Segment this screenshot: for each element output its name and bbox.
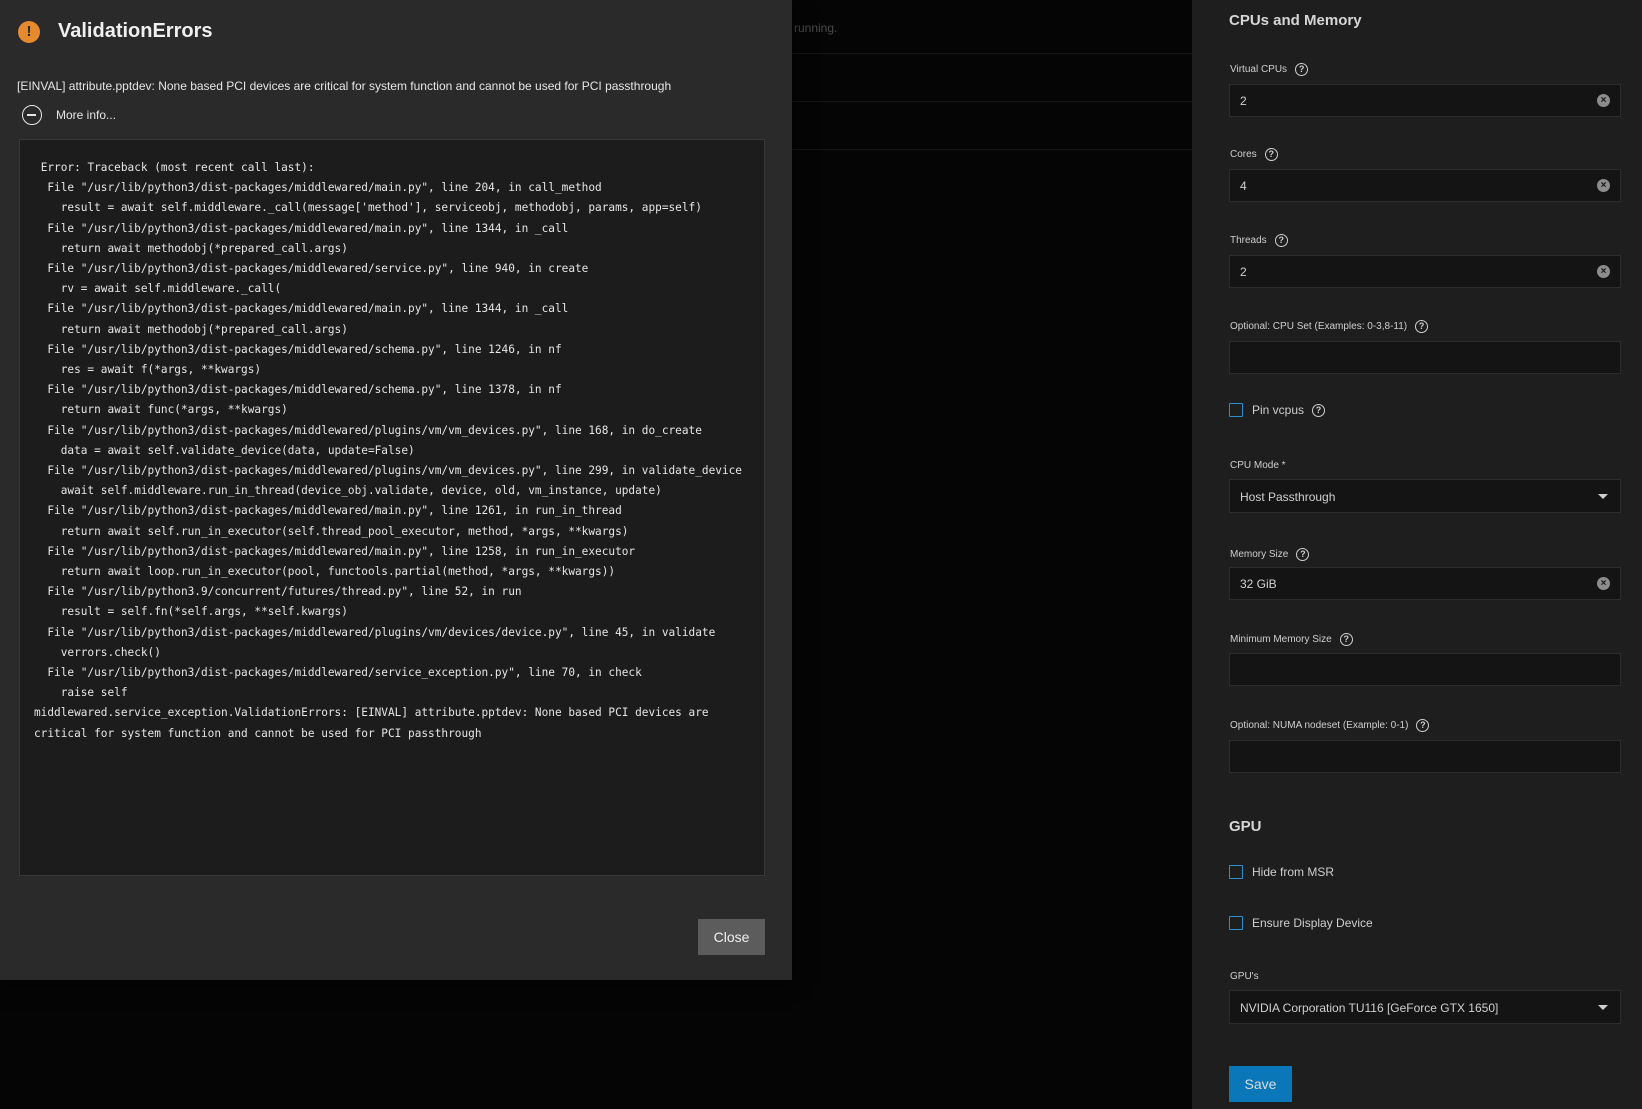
pin-vcpus-checkbox[interactable] [1229,403,1243,417]
virtual-cpus-label: Virtual CPUs ? [1230,63,1309,76]
gpu-section-title: GPU [1229,818,1262,835]
virtual-cpus-input[interactable]: 2 × [1229,84,1621,117]
cpu-memory-section-title: CPUs and Memory [1229,12,1362,29]
threads-label: Threads ? [1230,234,1288,247]
cpu-set-label-text: Optional: CPU Set (Examples: 0-3,8-11) [1230,321,1408,332]
error-message: [EINVAL] attribute.pptdev: None based PC… [17,79,672,93]
background-divider [790,149,1192,150]
virtual-cpus-value: 2 [1240,94,1247,108]
traceback-text: Error: Traceback (most recent call last)… [34,161,742,740]
ensure-display-device-checkbox[interactable] [1229,916,1243,930]
more-info-toggle[interactable]: More info... [22,105,116,125]
help-icon[interactable]: ? [1264,148,1278,161]
cpu-mode-select[interactable]: Host Passthrough [1229,479,1621,513]
virtual-cpus-label-text: Virtual CPUs [1230,64,1288,75]
collapse-minus-icon[interactable] [22,105,42,125]
help-icon[interactable]: ? [1274,234,1288,247]
help-icon[interactable]: ? [1295,63,1309,76]
hide-from-msr-checkbox-row[interactable]: Hide from MSR [1229,865,1334,879]
save-button[interactable]: Save [1229,1066,1292,1102]
hide-from-msr-checkbox[interactable] [1229,865,1243,879]
min-memory-size-label: Minimum Memory Size ? [1230,633,1353,646]
threads-label-text: Threads [1230,235,1267,246]
help-icon[interactable]: ? [1312,403,1326,417]
background-divider [790,53,1192,54]
cpu-set-input[interactable] [1229,341,1621,374]
numa-nodeset-label-text: Optional: NUMA nodeset (Example: 0-1) [1230,720,1409,731]
dialog-title: ValidationErrors [58,20,213,42]
memory-size-input[interactable]: 32 GiB × [1229,567,1621,600]
help-icon[interactable]: ? [1415,320,1429,333]
help-icon[interactable]: ? [1416,719,1430,732]
close-button[interactable]: Close [698,919,765,955]
hide-from-msr-label: Hide from MSR [1252,865,1335,879]
clear-icon[interactable]: × [1597,577,1610,590]
memory-size-label: Memory Size ? [1230,548,1310,561]
caret-down-icon [1598,494,1608,499]
threads-value: 2 [1240,265,1247,279]
background-status-text: running. [794,21,838,35]
cores-label: Cores ? [1230,148,1278,161]
min-memory-size-input[interactable] [1229,653,1621,686]
caret-down-icon [1598,1005,1608,1010]
clear-icon[interactable]: × [1597,265,1610,278]
cores-value: 4 [1240,179,1247,193]
pin-vcpus-checkbox-row[interactable]: Pin vcpus ? [1229,403,1326,417]
validation-errors-dialog: ! ValidationErrors [EINVAL] attribute.pp… [0,0,792,980]
warning-icon: ! [18,20,40,43]
help-icon[interactable]: ? [1296,548,1310,561]
memory-size-value: 32 GiB [1240,577,1277,591]
more-info-label: More info... [56,108,117,122]
gpus-value: NVIDIA Corporation TU116 [GeForce GTX 16… [1240,1001,1499,1015]
ensure-display-device-checkbox-row[interactable]: Ensure Display Device [1229,916,1373,930]
clear-icon[interactable]: × [1597,94,1610,107]
threads-input[interactable]: 2 × [1229,255,1621,288]
gpus-select[interactable]: NVIDIA Corporation TU116 [GeForce GTX 16… [1229,990,1621,1024]
cpu-mode-label: CPU Mode * [1230,460,1286,471]
memory-size-label-text: Memory Size [1230,549,1289,560]
numa-nodeset-label: Optional: NUMA nodeset (Example: 0-1) ? [1230,719,1430,732]
pin-vcpus-label: Pin vcpus [1252,403,1305,417]
min-memory-size-label-text: Minimum Memory Size [1230,634,1332,645]
help-icon[interactable]: ? [1339,633,1353,646]
cpu-mode-value: Host Passthrough [1240,490,1336,504]
vm-settings-panel: CPUs and Memory Virtual CPUs ? 2 × Cores… [1192,0,1642,1109]
ensure-display-device-label: Ensure Display Device [1252,916,1373,930]
cpu-set-label: Optional: CPU Set (Examples: 0-3,8-11) ? [1230,320,1429,333]
numa-nodeset-input[interactable] [1229,740,1621,773]
dialog-header: ! ValidationErrors [18,20,213,43]
cores-input[interactable]: 4 × [1229,169,1621,202]
gpus-label: GPU's [1230,971,1259,982]
cores-label-text: Cores [1230,149,1257,160]
traceback-panel[interactable]: Error: Traceback (most recent call last)… [19,139,765,876]
clear-icon[interactable]: × [1597,179,1610,192]
background-divider [790,101,1192,102]
